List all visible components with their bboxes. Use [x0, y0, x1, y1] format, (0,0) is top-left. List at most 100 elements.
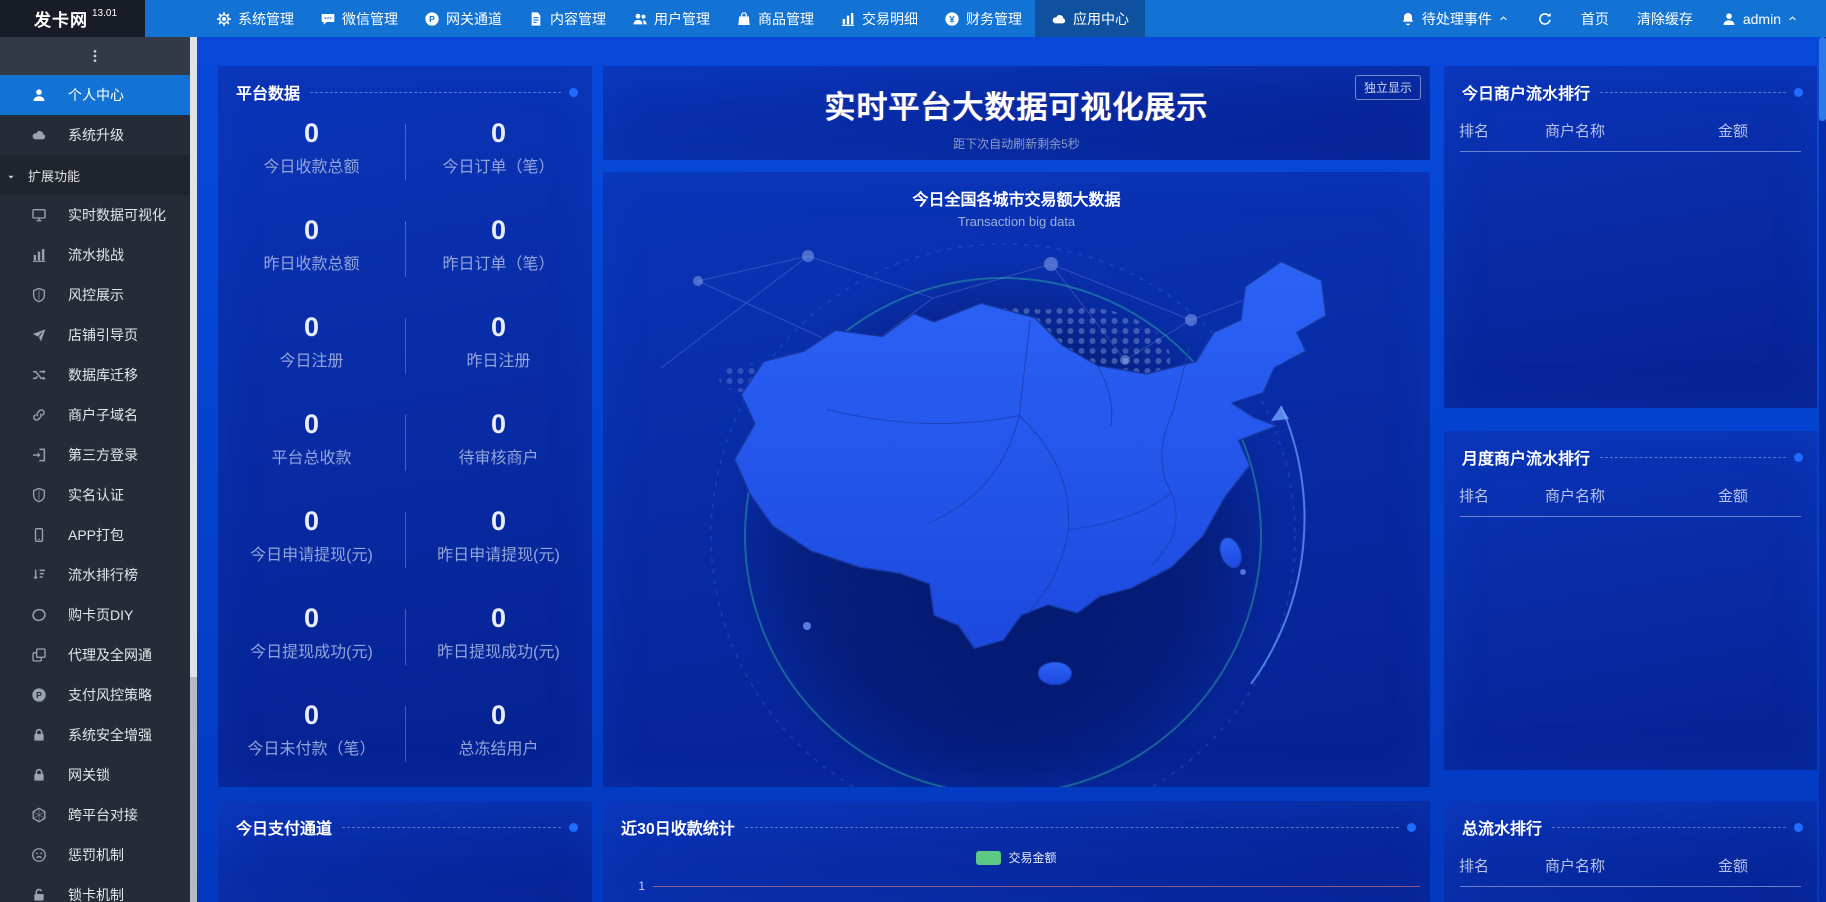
pending-events-dropdown[interactable]: 待处理事件: [1386, 0, 1523, 37]
sidebar-item-card-page-diy[interactable]: 购卡页DIY: [0, 595, 190, 635]
sidebar-item-security-enhance[interactable]: 系统安全增强: [0, 715, 190, 755]
main-scrollbar[interactable]: [1819, 37, 1826, 902]
sidebar-item-realname-auth[interactable]: 实名认证: [0, 475, 190, 515]
stats-30d-panel: 近30日收款统计 交易金额 1: [603, 801, 1430, 902]
sidebar-scrollbar[interactable]: [190, 37, 197, 902]
gem-icon: [30, 806, 48, 824]
sidebar-section-extensions[interactable]: 扩展功能: [0, 155, 190, 195]
title-dot: [1794, 452, 1803, 462]
title-dash-line: [744, 826, 1399, 828]
caret-down-icon: [6, 172, 16, 182]
panel-title: 平台数据: [236, 86, 301, 103]
sort-amount-icon: [30, 566, 48, 584]
map-subtitle: Transaction big data: [957, 214, 1076, 229]
refresh-icon: [1537, 11, 1553, 27]
home-link[interactable]: 首页: [1567, 0, 1623, 37]
lock-icon: [30, 766, 48, 784]
title-dot: [1794, 87, 1803, 97]
monitor-icon: [30, 206, 48, 224]
bar-chart-icon: [30, 246, 48, 264]
nav-item-system[interactable]: 系统管理: [203, 0, 307, 37]
chart-legend[interactable]: 交易金额: [603, 849, 1430, 866]
sidebar-item-third-party-login[interactable]: 第三方登录: [0, 435, 190, 475]
panel-title: 今日支付通道: [236, 821, 333, 838]
sidebar-item-merchant-subdomain[interactable]: 商户子域名: [0, 395, 190, 435]
sidebar-item-flow-challenge[interactable]: 流水挑战: [0, 235, 190, 275]
clone-icon: [30, 646, 48, 664]
sidebar-collapse-handle[interactable]: [0, 37, 190, 75]
stat-cell: 0 平台总收款: [271, 409, 352, 467]
sidebar-item-risk-display[interactable]: 风控展示: [0, 275, 190, 315]
sidebar-item-flow-ranking[interactable]: 流水排行榜: [0, 555, 190, 595]
p-circle-icon: [30, 686, 48, 704]
link-icon: [30, 406, 48, 424]
nav-item-goods[interactable]: 商品管理: [723, 0, 827, 37]
sidebar-item-realtime-visualization[interactable]: 实时数据可视化: [0, 195, 190, 235]
title-dot: [1407, 822, 1416, 832]
main-menu: 系统管理 微信管理 网关通道 内容管理 用户管理 商品管理 交易明细 财务管理 …: [203, 0, 1145, 37]
sidebar-item-payment-risk-policy[interactable]: 支付风控策略: [0, 675, 190, 715]
refresh-button[interactable]: [1523, 0, 1567, 37]
paper-plane-icon: [30, 326, 48, 344]
nav-item-finance[interactable]: 财务管理: [931, 0, 1035, 37]
china-map-graphic: [660, 243, 1327, 787]
unlock-icon: [30, 886, 48, 902]
cloud-icon: [1051, 11, 1067, 27]
stat-cell: 0 昨日订单（笔）: [442, 215, 555, 273]
standalone-display-button[interactable]: 独立显示: [1354, 75, 1421, 100]
main-scrollbar-thumb[interactable]: [1819, 37, 1826, 121]
caret-up-icon: [1787, 13, 1798, 24]
stat-cell: 0 昨日提现成功(元): [437, 603, 560, 661]
sidebar-item-gateway-lock[interactable]: 网关锁: [0, 755, 190, 795]
stat-row: 0 今日注册 0 昨日注册: [218, 304, 592, 401]
panel-title: 总流水排行: [1462, 821, 1543, 838]
sidebar-item-personal-center[interactable]: 个人中心: [0, 75, 190, 115]
nav-item-wechat[interactable]: 微信管理: [307, 0, 411, 37]
gear-icon: [216, 11, 232, 27]
file-icon: [528, 11, 544, 27]
stat-cell: 0 今日收款总额: [263, 118, 360, 176]
sidebar-item-db-migration[interactable]: 数据库迁移: [0, 355, 190, 395]
panel-title-row: 总流水排行: [1444, 801, 1817, 839]
clear-cache-link[interactable]: 清除缓存: [1623, 0, 1707, 37]
china-map-panel: 今日全国各城市交易额大数据 Transaction big data: [603, 172, 1430, 787]
sidebar-scrollbar-thumb[interactable]: [190, 37, 197, 677]
mobile-icon: [30, 526, 48, 544]
nav-item-gateway[interactable]: 网关通道: [411, 0, 515, 37]
header-divider: [1460, 886, 1801, 887]
panel-title: 今日商户流水排行: [1462, 86, 1591, 103]
nav-item-user-mgmt[interactable]: 用户管理: [619, 0, 723, 37]
stat-row: 0 今日未付款（笔） 0 总冻结用户: [218, 692, 592, 789]
chart-gridline: [653, 885, 1420, 887]
sidebar-item-shop-guide[interactable]: 店铺引导页: [0, 315, 190, 355]
platform-data-panel: 平台数据 0 今日收款总额 0 今日订单（笔） 0 昨日收款总额 0 昨日订单（笔） 0…: [218, 66, 592, 787]
hero-header-panel: 实时平台大数据可视化展示 距下次自动刷新剩余5秒 独立显示: [603, 66, 1430, 160]
legend-label: 交易金额: [1008, 851, 1057, 865]
top-navbar: 发卡网 13.01 系统管理 微信管理 网关通道 内容管理 用户管理 商品管理 …: [0, 0, 1826, 37]
brand-logo[interactable]: 发卡网 13.01: [0, 0, 145, 37]
refresh-countdown: 距下次自动刷新剩余5秒: [953, 137, 1080, 151]
stat-cell: 0 今日申请提现(元): [250, 506, 373, 564]
title-dash-line: [1552, 826, 1786, 828]
money-icon: [944, 11, 960, 27]
shield-icon: [30, 486, 48, 504]
sidebar-item-agent-network[interactable]: 代理及全网通: [0, 635, 190, 675]
sidebar-item-card-lock[interactable]: 锁卡机制: [0, 875, 190, 902]
sidebar-item-app-package[interactable]: APP打包: [0, 515, 190, 555]
nav-item-trade[interactable]: 交易明细: [827, 0, 931, 37]
stat-row: 0 今日提现成功(元) 0 昨日提现成功(元): [218, 595, 592, 692]
brand-version: 13.01: [92, 8, 118, 19]
user-icon: [30, 86, 48, 104]
user-icon: [1721, 11, 1737, 27]
sidebar-item-cross-platform[interactable]: 跨平台对接: [0, 795, 190, 835]
stat-cell: 0 昨日注册: [466, 312, 531, 370]
rank-table-header: 排名 商户名称 金额: [1459, 123, 1749, 140]
rank-total-panel: 总流水排行 排名 商户名称 金额: [1444, 801, 1817, 902]
stat-row: 0 昨日收款总额 0 昨日订单（笔）: [218, 207, 592, 304]
nav-item-content[interactable]: 内容管理: [515, 0, 619, 37]
sidebar-item-system-upgrade[interactable]: 系统升级: [0, 115, 190, 155]
sidebar-item-punish-mechanism[interactable]: 惩罚机制: [0, 835, 190, 875]
nav-item-app-center[interactable]: 应用中心: [1035, 0, 1145, 37]
account-dropdown[interactable]: admin: [1707, 0, 1812, 37]
legend-swatch: [976, 850, 1002, 865]
